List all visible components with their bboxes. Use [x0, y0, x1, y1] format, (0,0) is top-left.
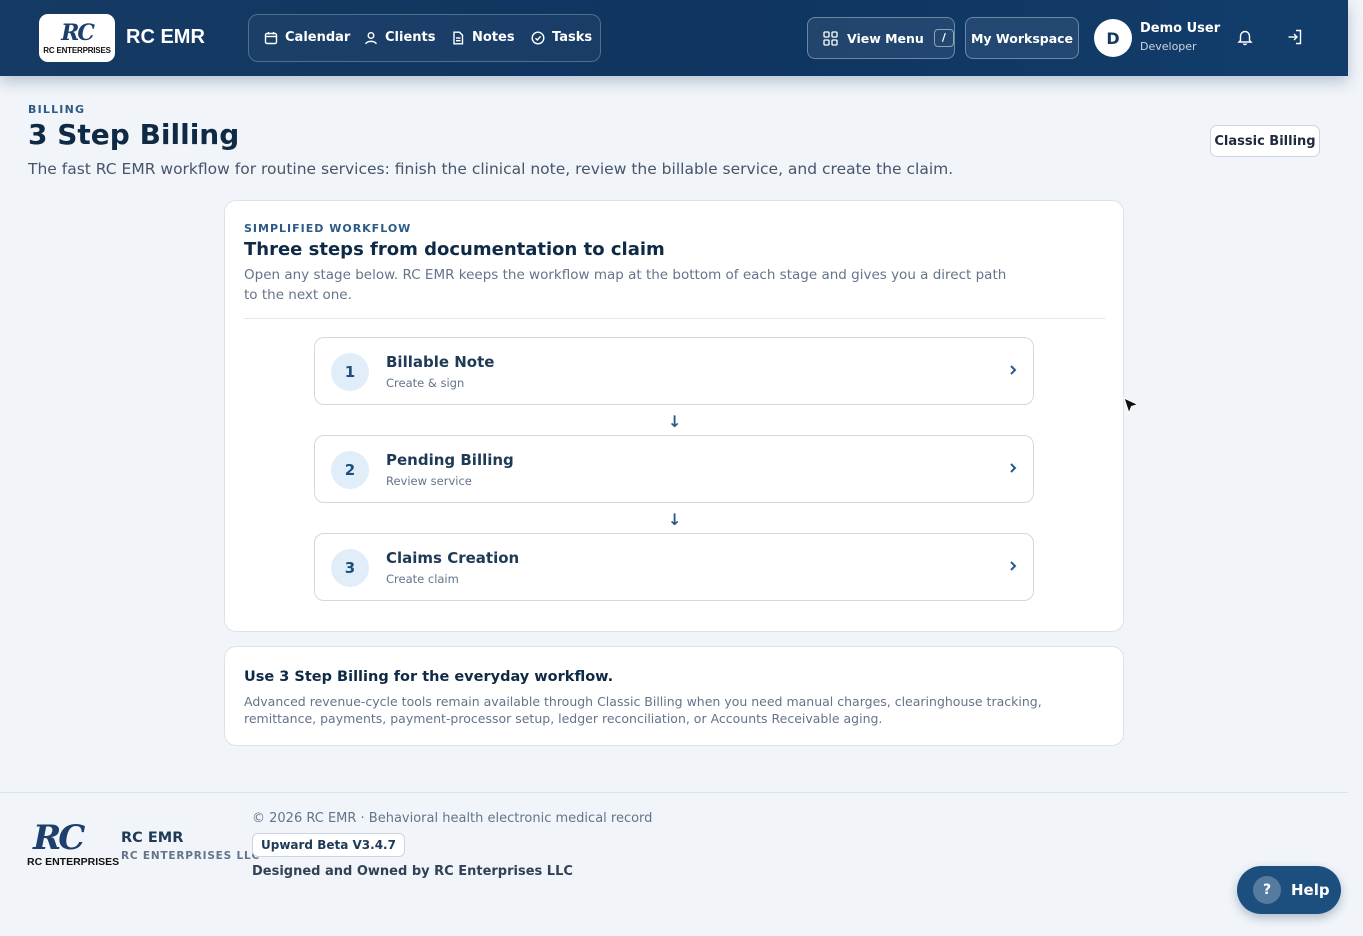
- workflow-eyebrow: SIMPLIFIED WORKFLOW: [244, 222, 412, 235]
- step-claims-creation[interactable]: 3 Claims Creation Create claim: [314, 533, 1034, 601]
- step-subtitle: Create & sign: [386, 376, 465, 390]
- top-navigation-bar: RC RC ENTERPRISES RC EMR Calendar Client…: [0, 0, 1348, 76]
- step-billable-note[interactable]: 1 Billable Note Create & sign: [314, 337, 1034, 405]
- footer-copyright: © 2026 RC EMR · Behavioral health electr…: [252, 811, 653, 826]
- nav-calendar-label: Calendar: [285, 30, 351, 45]
- step-subtitle: Review service: [386, 474, 472, 488]
- check-circle-icon: [531, 30, 545, 45]
- page-title: 3 Step Billing: [28, 118, 240, 151]
- footer-company: RC ENTERPRISES LLC: [121, 850, 260, 862]
- step-subtitle: Create claim: [386, 572, 459, 586]
- step-title: Pending Billing: [386, 451, 514, 469]
- view-menu-label: View Menu: [847, 30, 924, 46]
- document-icon: [453, 31, 464, 44]
- logo-mark: RC: [61, 19, 95, 46]
- nav-calendar[interactable]: Calendar: [264, 30, 350, 45]
- chevron-right-icon: [1010, 463, 1017, 473]
- calendar-icon: [264, 31, 278, 44]
- chevron-right-icon: [1010, 365, 1017, 375]
- footer-logo-subtext: RC ENTERPRISES: [27, 856, 120, 868]
- step-number: 1: [331, 353, 369, 391]
- workflow-title: Three steps from documentation to claim: [244, 239, 665, 260]
- nav-tasks-label: Tasks: [552, 30, 593, 45]
- bell-icon[interactable]: [1236, 28, 1254, 46]
- main-nav: Calendar Clients Notes Tasks: [248, 14, 601, 62]
- question-icon: ?: [1253, 876, 1281, 904]
- mouse-pointer-icon: [1123, 397, 1140, 415]
- step-number: 2: [331, 451, 369, 489]
- view-menu-button[interactable]: View Menu /: [807, 17, 955, 59]
- chevron-right-icon: [1010, 561, 1017, 571]
- app-brand-name: RC EMR: [126, 26, 205, 48]
- nav-notes-label: Notes: [472, 30, 515, 45]
- nav-tasks[interactable]: Tasks: [531, 30, 592, 45]
- page-eyebrow: BILLING: [28, 103, 86, 116]
- user-avatar[interactable]: D: [1094, 19, 1132, 57]
- footer-ownership: Designed and Owned by RC Enterprises LLC: [252, 864, 573, 879]
- my-workspace-button[interactable]: My Workspace: [965, 17, 1079, 59]
- view-menu-shortcut: /: [933, 29, 954, 47]
- grid-icon: [823, 30, 838, 46]
- help-label: Help: [1291, 881, 1330, 899]
- user-name[interactable]: Demo User: [1140, 21, 1220, 36]
- footer-brand: RC EMR: [121, 830, 184, 846]
- info-title: Use 3 Step Billing for the everyday work…: [244, 669, 614, 685]
- user-role: Developer: [1140, 40, 1197, 53]
- down-arrow-icon: ↓: [668, 412, 682, 431]
- version-badge: Upward Beta V3.4.7: [252, 833, 405, 857]
- divider: [244, 318, 1105, 319]
- user-icon: [365, 31, 377, 44]
- step-title: Claims Creation: [386, 549, 520, 567]
- step-title: Billable Note: [386, 353, 495, 371]
- nav-clients[interactable]: Clients: [364, 30, 435, 45]
- footer-logo-mark: RC: [33, 818, 85, 858]
- help-button[interactable]: ? Help: [1237, 866, 1341, 914]
- workflow-description: Open any stage below. RC EMR keeps the w…: [244, 267, 1007, 303]
- logout-icon[interactable]: [1286, 28, 1304, 46]
- workflow-card: SIMPLIFIED WORKFLOW Three steps from doc…: [224, 200, 1124, 632]
- nav-clients-label: Clients: [385, 30, 436, 45]
- step-number: 3: [331, 549, 369, 587]
- app-logo[interactable]: RC RC ENTERPRISES: [39, 14, 115, 62]
- footer-divider: [0, 792, 1348, 793]
- classic-billing-button[interactable]: Classic Billing: [1210, 125, 1320, 157]
- down-arrow-icon: ↓: [668, 510, 682, 529]
- nav-notes[interactable]: Notes: [451, 30, 515, 45]
- step-pending-billing[interactable]: 2 Pending Billing Review service: [314, 435, 1034, 503]
- my-workspace-label: My Workspace: [970, 30, 1074, 46]
- logo-subtext: RC ENTERPRISES: [43, 45, 111, 55]
- info-card: Use 3 Step Billing for the everyday work…: [224, 646, 1124, 746]
- info-description: Advanced revenue-cycle tools remain avai…: [244, 694, 1042, 726]
- page-description: The fast RC EMR workflow for routine ser…: [28, 160, 954, 178]
